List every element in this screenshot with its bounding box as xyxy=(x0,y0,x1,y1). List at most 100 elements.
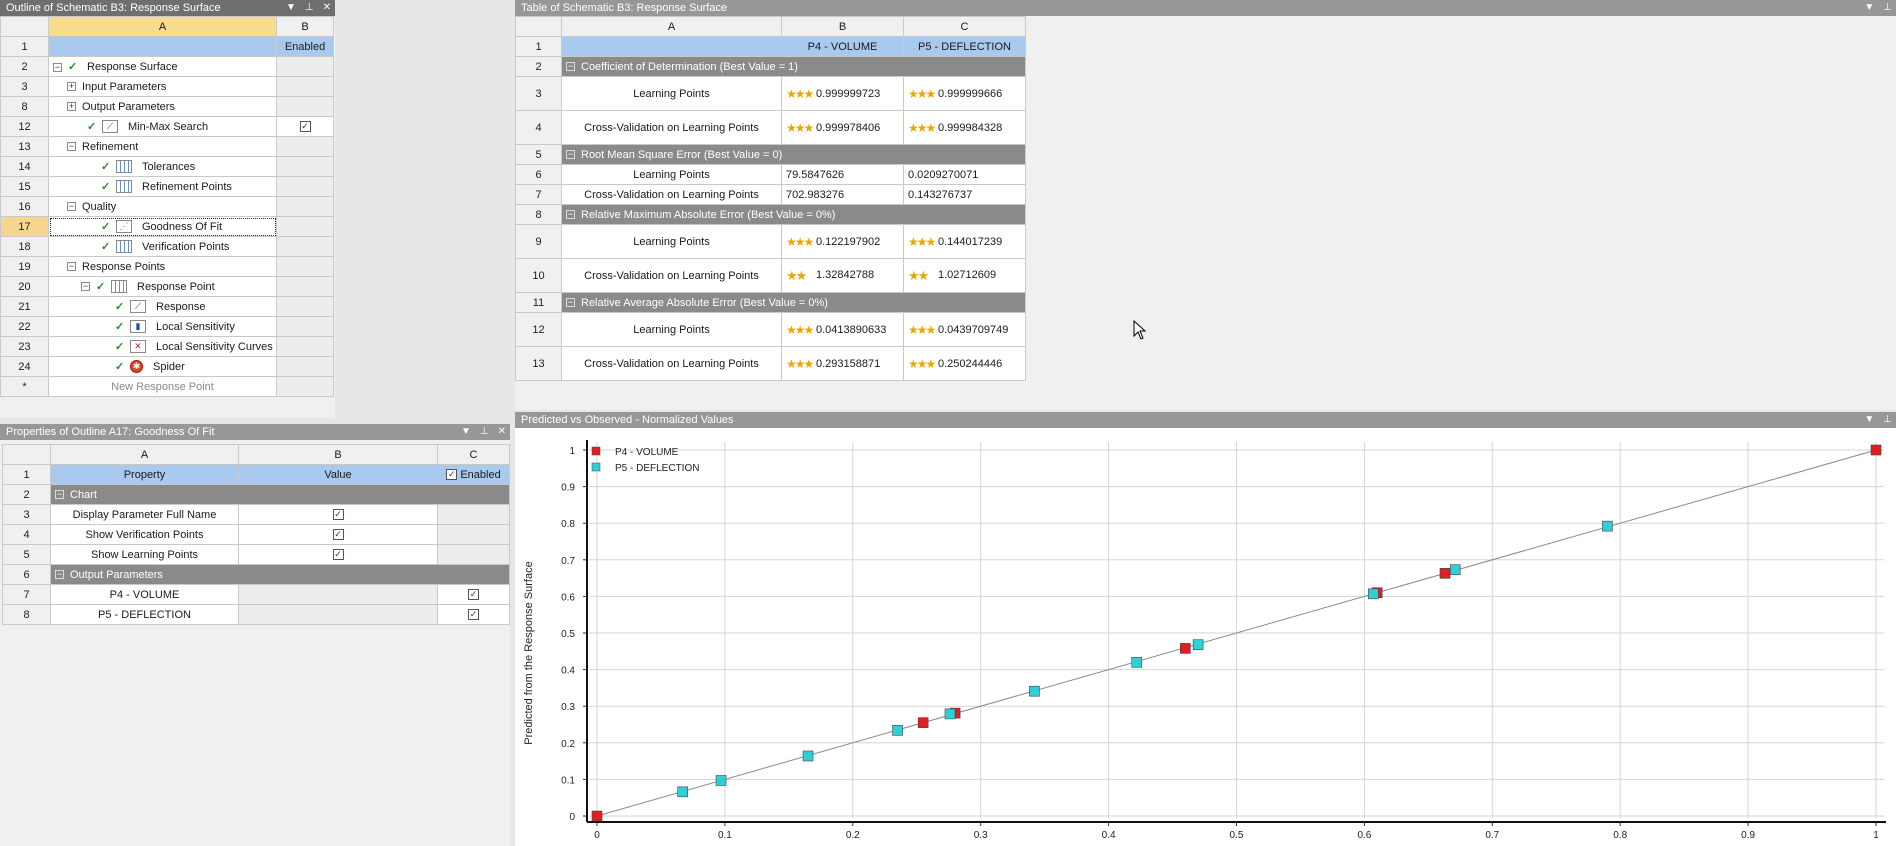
p4-enabled-checkbox[interactable]: ✓ xyxy=(468,589,479,601)
chart-area[interactable]: 0 0.1 0.2 0.3 0.4 0.5 0.6 0.7 0.8 0.9 1 0 0.1 0.2 0.3 0… xyxy=(515,428,1896,846)
row-number[interactable]: 1 xyxy=(515,36,562,57)
close-icon[interactable]: ✕ xyxy=(498,424,506,440)
table-row[interactable]: 16 − Quality xyxy=(0,196,334,217)
row-number[interactable]: 8 xyxy=(0,96,49,117)
properties-col-b[interactable]: B xyxy=(238,444,438,465)
collapse-icon[interactable]: − xyxy=(566,62,575,72)
outline-item-output-parameters[interactable]: + Output Parameters xyxy=(48,96,277,117)
collapse-icon[interactable]: − xyxy=(67,202,76,212)
group-output-parameters[interactable]: − Output Parameters xyxy=(50,564,510,585)
expand-icon[interactable]: + xyxy=(67,102,76,112)
row-number[interactable]: 13 xyxy=(0,136,49,157)
pane-menu-icon[interactable]: ▼ xyxy=(286,0,296,16)
table-row[interactable]: 18 ✓ Verification Points xyxy=(0,236,334,257)
collapse-icon[interactable]: − xyxy=(55,490,64,500)
table-row[interactable]: 22 ✓ ▮ Local Sensitivity xyxy=(0,316,334,337)
row-number[interactable]: 10 xyxy=(515,258,562,293)
row-number[interactable]: 2 xyxy=(2,484,51,505)
outline-item-min-max-search[interactable]: ✓ ⟋ Min-Max Search xyxy=(48,116,277,137)
row-number[interactable]: 8 xyxy=(2,604,51,625)
outline-item-tolerances[interactable]: ✓ Tolerances xyxy=(48,156,277,177)
table-row[interactable]: 14 ✓ Tolerances xyxy=(0,156,334,177)
row-number[interactable]: 14 xyxy=(0,156,49,177)
expand-icon[interactable]: + xyxy=(67,82,76,92)
new-response-point-cell[interactable]: New Response Point xyxy=(48,376,277,397)
collapse-icon[interactable]: − xyxy=(566,210,575,220)
row-number[interactable]: 1 xyxy=(2,464,51,485)
row-number[interactable]: * xyxy=(0,376,49,397)
table-col-a[interactable]: A xyxy=(561,16,782,37)
row-number[interactable]: 15 xyxy=(0,176,49,197)
table-row[interactable]: 19 − Response Points xyxy=(0,256,334,277)
row-number[interactable]: 21 xyxy=(0,296,49,317)
outline-item-input-parameters[interactable]: + Input Parameters xyxy=(48,76,277,97)
outline-item-spider[interactable]: ✓ ✱ Spider xyxy=(48,356,277,377)
row-number[interactable]: 24 xyxy=(0,356,49,377)
outline-item-response-surface[interactable]: − ✓ Response Surface xyxy=(48,56,277,77)
row-number[interactable]: 19 xyxy=(0,256,49,277)
outline-col-a[interactable]: A xyxy=(48,16,277,37)
outline-item-response[interactable]: ✓ ⟋ Response xyxy=(48,296,277,317)
display-full-name-checkbox[interactable]: ✓ xyxy=(332,509,344,521)
outline-item-goodness-of-fit[interactable]: ✓ ⋰ Goodness Of Fit xyxy=(48,216,277,237)
row-number[interactable]: 7 xyxy=(515,184,562,205)
group-rmse[interactable]: − Root Mean Square Error (Best Value = 0) xyxy=(561,144,1026,165)
row-number[interactable]: 1 xyxy=(0,36,49,57)
row-number[interactable]: 4 xyxy=(515,110,562,145)
outline-item-local-sensitivity[interactable]: ✓ ▮ Local Sensitivity xyxy=(48,316,277,337)
close-icon[interactable]: ✕ xyxy=(323,0,331,16)
table-row[interactable]: 8 + Output Parameters xyxy=(0,96,334,117)
pane-menu-icon[interactable]: ▼ xyxy=(1864,412,1874,428)
table-row[interactable]: 2 − ✓ Response Surface xyxy=(0,56,334,77)
table-col-c[interactable]: C xyxy=(903,16,1026,37)
pin-icon[interactable]: ⊥ xyxy=(1883,0,1892,16)
row-number[interactable]: 3 xyxy=(0,76,49,97)
pin-icon[interactable]: ⊥ xyxy=(305,0,314,16)
table-row[interactable]: 13 − Refinement xyxy=(0,136,334,157)
row-number[interactable]: 18 xyxy=(0,236,49,257)
chart-legend[interactable]: P4 - VOLUME P5 - DEFLECTION xyxy=(591,446,699,474)
table-row[interactable]: 17 ✓ ⋰ Goodness Of Fit xyxy=(0,216,334,237)
row-number[interactable]: 12 xyxy=(515,312,562,347)
properties-col-a[interactable]: A xyxy=(50,444,239,465)
table-row[interactable]: * New Response Point xyxy=(0,376,334,397)
row-number[interactable]: 5 xyxy=(515,144,562,165)
table-row[interactable]: 15 ✓ Refinement Points xyxy=(0,176,334,197)
row-number[interactable]: 6 xyxy=(515,164,562,185)
pane-menu-icon[interactable]: ▼ xyxy=(461,424,471,440)
pin-icon[interactable]: ⊥ xyxy=(480,424,489,440)
table-row[interactable]: 24 ✓ ✱ Spider xyxy=(0,356,334,377)
row-number[interactable]: 4 xyxy=(2,524,51,545)
row-number[interactable]: 16 xyxy=(0,196,49,217)
outline-item-refinement-points[interactable]: ✓ Refinement Points xyxy=(48,176,277,197)
table-row[interactable]: 21 ✓ ⟋ Response xyxy=(0,296,334,317)
row-number[interactable]: 3 xyxy=(2,504,51,525)
outline-item-refinement[interactable]: − Refinement xyxy=(48,136,277,157)
table-row[interactable]: 12 ✓ ⟋ Min-Max Search ✓ xyxy=(0,116,334,137)
outline-col-b[interactable]: B xyxy=(276,16,334,37)
group-relative-max-error[interactable]: − Relative Maximum Absolute Error (Best V… xyxy=(561,204,1026,225)
properties-col-c[interactable]: C xyxy=(437,444,510,465)
row-number[interactable]: 3 xyxy=(515,76,562,111)
table-col-b[interactable]: B xyxy=(781,16,904,37)
collapse-icon[interactable]: − xyxy=(67,262,76,272)
row-number[interactable]: 2 xyxy=(0,56,49,77)
collapse-icon[interactable]: − xyxy=(566,298,575,308)
enabled-checkbox[interactable]: ✓ xyxy=(299,121,311,133)
outline-item-verification-points[interactable]: ✓ Verification Points xyxy=(48,236,277,257)
row-number[interactable]: 13 xyxy=(515,346,562,381)
row-number[interactable]: 6 xyxy=(2,564,51,585)
table-row[interactable]: 20 − ✓ Response Point xyxy=(0,276,334,297)
row-number[interactable]: 23 xyxy=(0,336,49,357)
row-number[interactable]: 8 xyxy=(515,204,562,225)
row-number[interactable]: 5 xyxy=(2,544,51,565)
collapse-icon[interactable]: − xyxy=(81,282,90,292)
outline-item-local-sensitivity-curves[interactable]: ✓ ✕ Local Sensitivity Curves xyxy=(48,336,277,357)
pane-menu-icon[interactable]: ▼ xyxy=(1864,0,1874,16)
outline-item-response-points[interactable]: − Response Points xyxy=(48,256,277,277)
predicted-vs-observed-chart[interactable]: 0 0.1 0.2 0.3 0.4 0.5 0.6 0.7 0.8 0.9 1 0 0.1 0.2 0.3 0… xyxy=(515,428,1896,846)
show-learning-points-checkbox[interactable]: ✓ xyxy=(332,549,344,561)
row-number[interactable]: 12 xyxy=(0,116,49,137)
table-row[interactable]: 23 ✓ ✕ Local Sensitivity Curves xyxy=(0,336,334,357)
row-number[interactable]: 2 xyxy=(515,56,562,77)
